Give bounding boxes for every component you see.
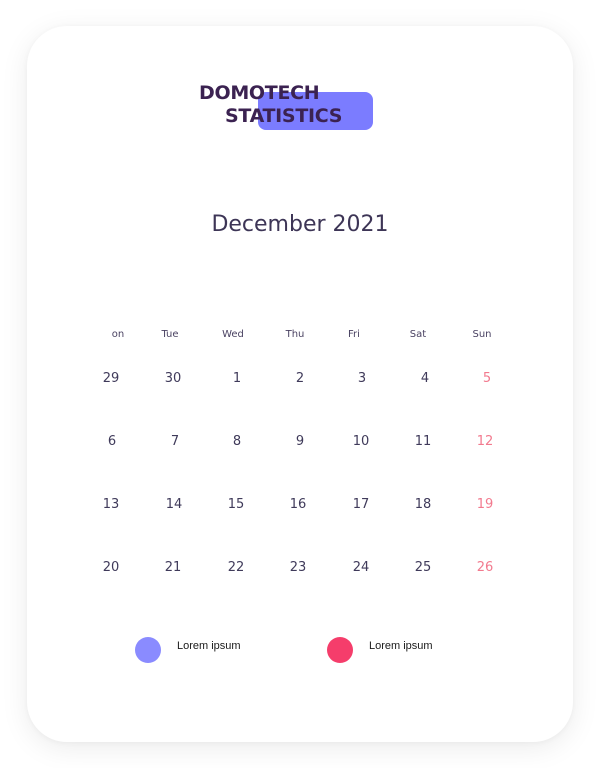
- day-cell[interactable]: 22: [216, 560, 256, 576]
- weekday-tue: Tue: [161, 329, 179, 340]
- weekday-sat: Sat: [409, 329, 427, 340]
- day-cell[interactable]: 18: [403, 497, 443, 513]
- day-cell-weekend[interactable]: 26: [465, 560, 505, 576]
- day-cell[interactable]: 14: [154, 497, 194, 513]
- day-cell[interactable]: 15: [216, 497, 256, 513]
- day-cell[interactable]: 17: [341, 497, 381, 513]
- day-cell[interactable]: 16: [278, 497, 318, 513]
- logo-line-2: STATISTICS: [225, 105, 343, 127]
- day-cell-weekend[interactable]: 19: [465, 497, 505, 513]
- day-cell[interactable]: 30: [153, 371, 193, 387]
- day-cell[interactable]: 3: [342, 371, 382, 387]
- day-cell[interactable]: 29: [91, 371, 131, 387]
- day-cell[interactable]: 9: [280, 434, 320, 450]
- day-cell[interactable]: 6: [92, 434, 132, 450]
- logo: DOMOTECH STATISTICS: [199, 80, 379, 136]
- day-cell[interactable]: 25: [403, 560, 443, 576]
- day-cell[interactable]: 24: [341, 560, 381, 576]
- legend-dot-primary: [135, 637, 161, 663]
- day-cell[interactable]: 23: [278, 560, 318, 576]
- day-cell[interactable]: 21: [153, 560, 193, 576]
- day-cell[interactable]: 20: [91, 560, 131, 576]
- day-cell-weekend[interactable]: 5: [467, 371, 507, 387]
- month-title: December 2021: [211, 212, 389, 237]
- logo-line-1: DOMOTECH: [199, 82, 320, 104]
- calendar-card: DOMOTECH STATISTICS December 2021 on Tue…: [27, 26, 573, 742]
- legend-label-primary: Lorem ipsum: [177, 640, 241, 652]
- weekday-sun: Sun: [472, 329, 492, 340]
- day-cell[interactable]: 8: [217, 434, 257, 450]
- legend-label-secondary: Lorem ipsum: [369, 640, 433, 652]
- weekday-thu: Thu: [285, 329, 305, 340]
- day-cell[interactable]: 13: [91, 497, 131, 513]
- weekday-header: on Tue Wed Thu Fri Sat Sun: [27, 328, 573, 342]
- day-cell[interactable]: 4: [405, 371, 445, 387]
- day-cell[interactable]: 11: [403, 434, 443, 450]
- weekday-mon: on: [111, 329, 125, 340]
- weekday-wed: Wed: [222, 329, 244, 340]
- day-cell[interactable]: 2: [280, 371, 320, 387]
- day-cell[interactable]: 10: [341, 434, 381, 450]
- legend-dot-secondary: [327, 637, 353, 663]
- weekday-fri: Fri: [348, 329, 360, 340]
- day-cell[interactable]: 7: [155, 434, 195, 450]
- day-cell[interactable]: 1: [217, 371, 257, 387]
- day-cell-weekend[interactable]: 12: [465, 434, 505, 450]
